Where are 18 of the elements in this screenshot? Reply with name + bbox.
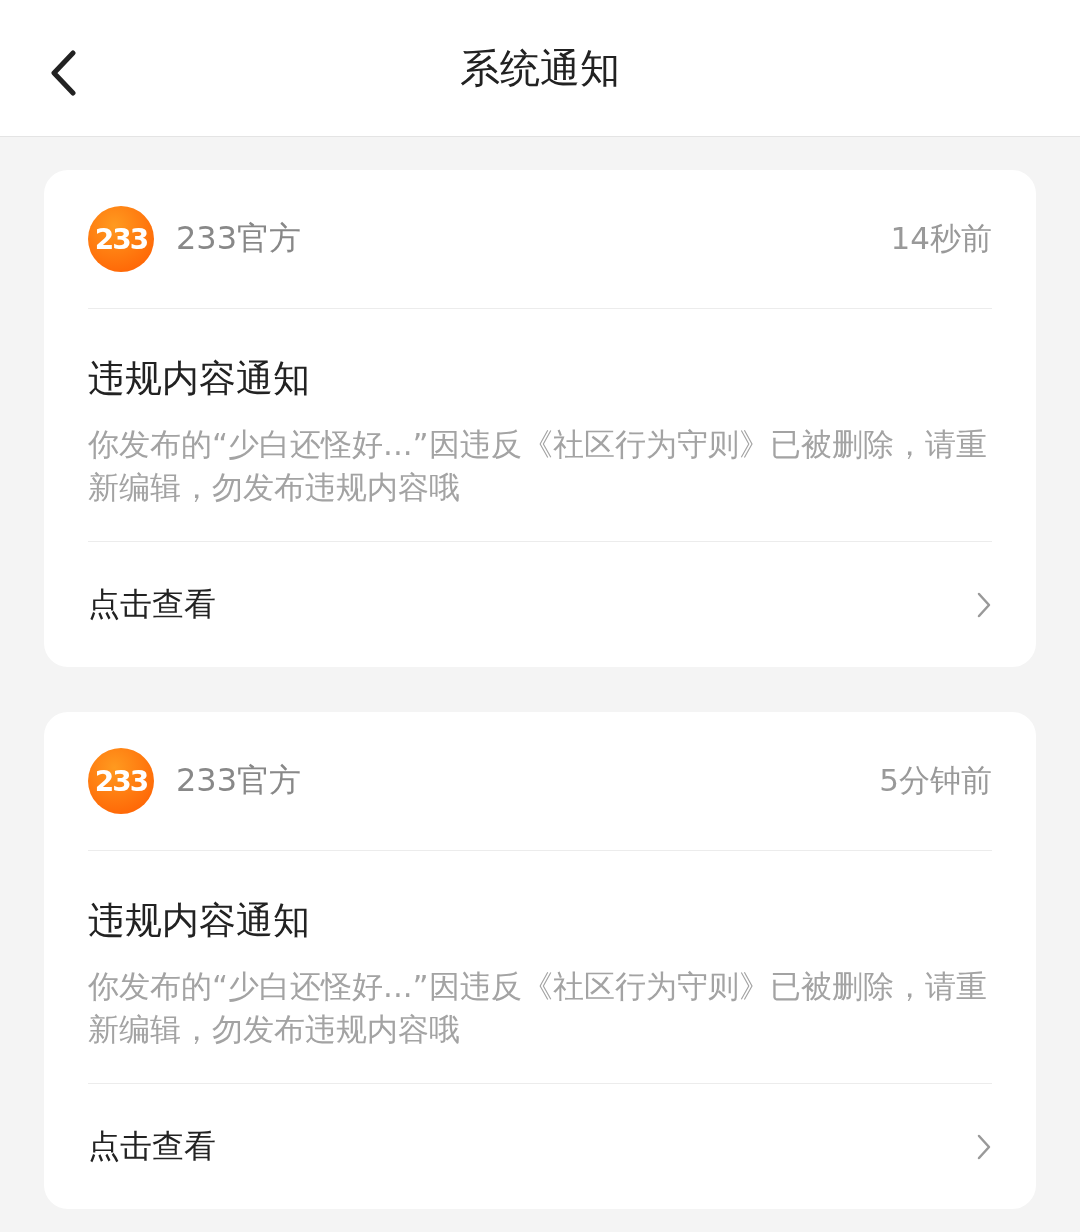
- sender-name: 233官方: [176, 218, 303, 259]
- sender-name: 233官方: [176, 760, 303, 801]
- notification-title: 违规内容通知: [88, 357, 311, 401]
- logo: 233: [88, 748, 154, 814]
- view-link[interactable]: 点击查看: [88, 1084, 992, 1209]
- timestamp: 5分钟前: [879, 761, 992, 800]
- notification-title: 违规内容通知: [88, 899, 311, 943]
- view-label: 点击查看: [88, 1125, 216, 1167]
- view-label: 点击查看: [88, 583, 216, 625]
- timestamp: 14秒前: [890, 219, 992, 258]
- page-title: 系统通知: [460, 43, 620, 93]
- back-icon: [48, 50, 78, 96]
- logo: 233: [88, 206, 154, 272]
- view-link[interactable]: 点击查看: [88, 542, 992, 667]
- chevron-right-icon: [976, 1132, 992, 1161]
- notification-body: 你发布的“少白还怪好...”因违反《社区行为守则》已被删除，请重新编辑，勿发布违规内容哦: [88, 967, 988, 1049]
- notification-body: 你发布的“少白还怪好...”因违反《社区行为守则》已被删除，请重新编辑，勿发布违规内容哦: [88, 425, 988, 507]
- chevron-right-icon: [976, 590, 992, 619]
